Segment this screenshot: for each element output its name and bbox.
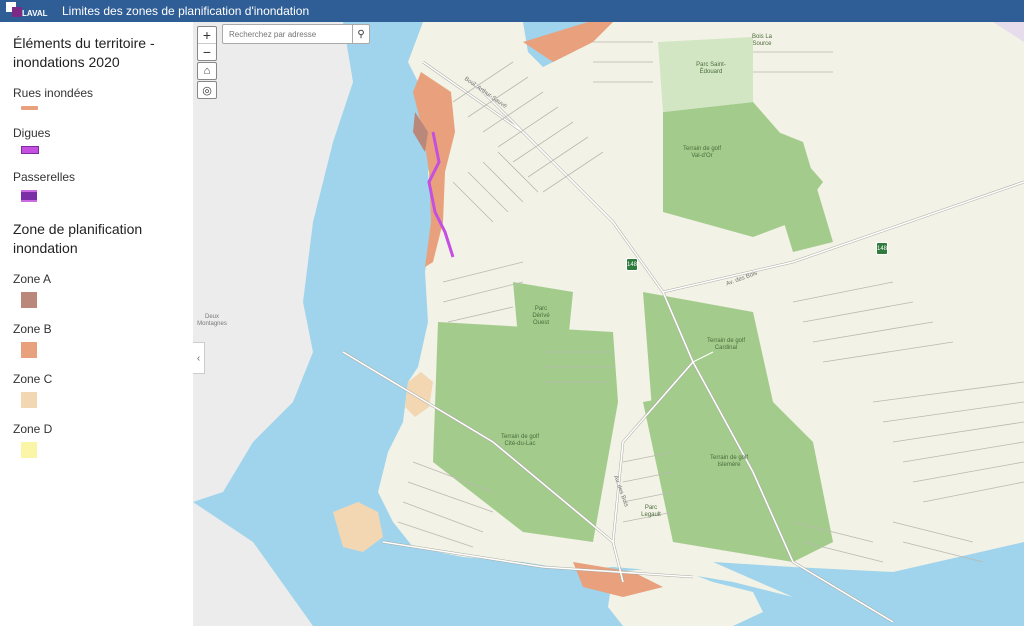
legend-item-passerelles-label: Passerelles bbox=[13, 170, 76, 184]
app-header: LAVAL Limites des zones de planification… bbox=[0, 0, 1024, 22]
map-label-parc-edouard: Parc Saint-Édouard bbox=[696, 62, 726, 75]
map-view[interactable] bbox=[193, 22, 1024, 626]
legend-zone-d-label: Zone D bbox=[13, 422, 53, 436]
laval-logo: LAVAL bbox=[4, 0, 48, 22]
legend-item-digues-label: Digues bbox=[13, 126, 51, 140]
legend-swatch-rues bbox=[21, 106, 193, 110]
home-button[interactable]: ⌂ bbox=[197, 62, 217, 80]
collapse-panel-button[interactable]: ‹ bbox=[193, 342, 205, 374]
map-label-parc-legault: Parc Legault bbox=[641, 505, 661, 518]
map-canvas[interactable] bbox=[193, 22, 1024, 626]
legend-panel: Éléments du territoire - inondations 202… bbox=[0, 22, 193, 626]
legend-swatch-zone-b bbox=[21, 342, 193, 358]
legend-zone-c-label: Zone C bbox=[13, 372, 53, 386]
legend-section-elements-title: Éléments du territoire - inondations 202… bbox=[13, 35, 155, 70]
legend-swatch-zone-d bbox=[21, 442, 193, 458]
zoom-control: + − bbox=[197, 26, 217, 61]
map-label-golf-islemere: Terrain de golf Islemère bbox=[709, 455, 749, 468]
route-shield-148-b: 148 bbox=[876, 242, 888, 255]
legend-swatch-zone-c bbox=[21, 392, 193, 408]
search-icon: ⚲ bbox=[357, 28, 365, 40]
map-label-deux-montagnes: Deux Montagnes bbox=[197, 314, 227, 327]
app-title: Limites des zones de planification d'ino… bbox=[62, 4, 310, 18]
route-shield-148-a: 148 bbox=[626, 258, 638, 271]
legend-zone-b-label: Zone B bbox=[13, 322, 52, 336]
locate-icon: ◎ bbox=[202, 84, 212, 97]
locate-button[interactable]: ◎ bbox=[197, 81, 217, 99]
map-label-bois: Bois La Source bbox=[751, 34, 772, 47]
chevron-left-icon: ‹ bbox=[196, 352, 201, 364]
legend-zone-a-label: Zone A bbox=[13, 272, 52, 286]
search-input[interactable] bbox=[223, 25, 353, 43]
legend-swatch-digues bbox=[21, 146, 193, 154]
map-label-golf-cite-du-lac: Terrain de golf Cité-du-Lac bbox=[500, 434, 540, 447]
search-button[interactable]: ⚲ bbox=[352, 25, 369, 43]
map-label-parc-ouest: Parc Dérivé Ouest bbox=[532, 306, 550, 326]
zoom-in-button[interactable]: + bbox=[198, 27, 216, 44]
legend-section-zones-title: Zone de planification inondation bbox=[13, 221, 143, 256]
zoom-out-button[interactable]: − bbox=[198, 44, 216, 60]
legend-swatch-passerelles bbox=[21, 190, 193, 202]
home-icon: ⌂ bbox=[203, 65, 211, 77]
map-label-golf-cardinal: Terrain de golf Cardinal bbox=[706, 338, 746, 351]
map-label-golf-valdor: Terrain de golf Val-d'Or bbox=[682, 146, 722, 159]
search-box: ⚲ bbox=[222, 24, 370, 44]
legend-item-rues-label: Rues inondées bbox=[13, 86, 94, 100]
legend-swatch-zone-a bbox=[21, 292, 193, 308]
